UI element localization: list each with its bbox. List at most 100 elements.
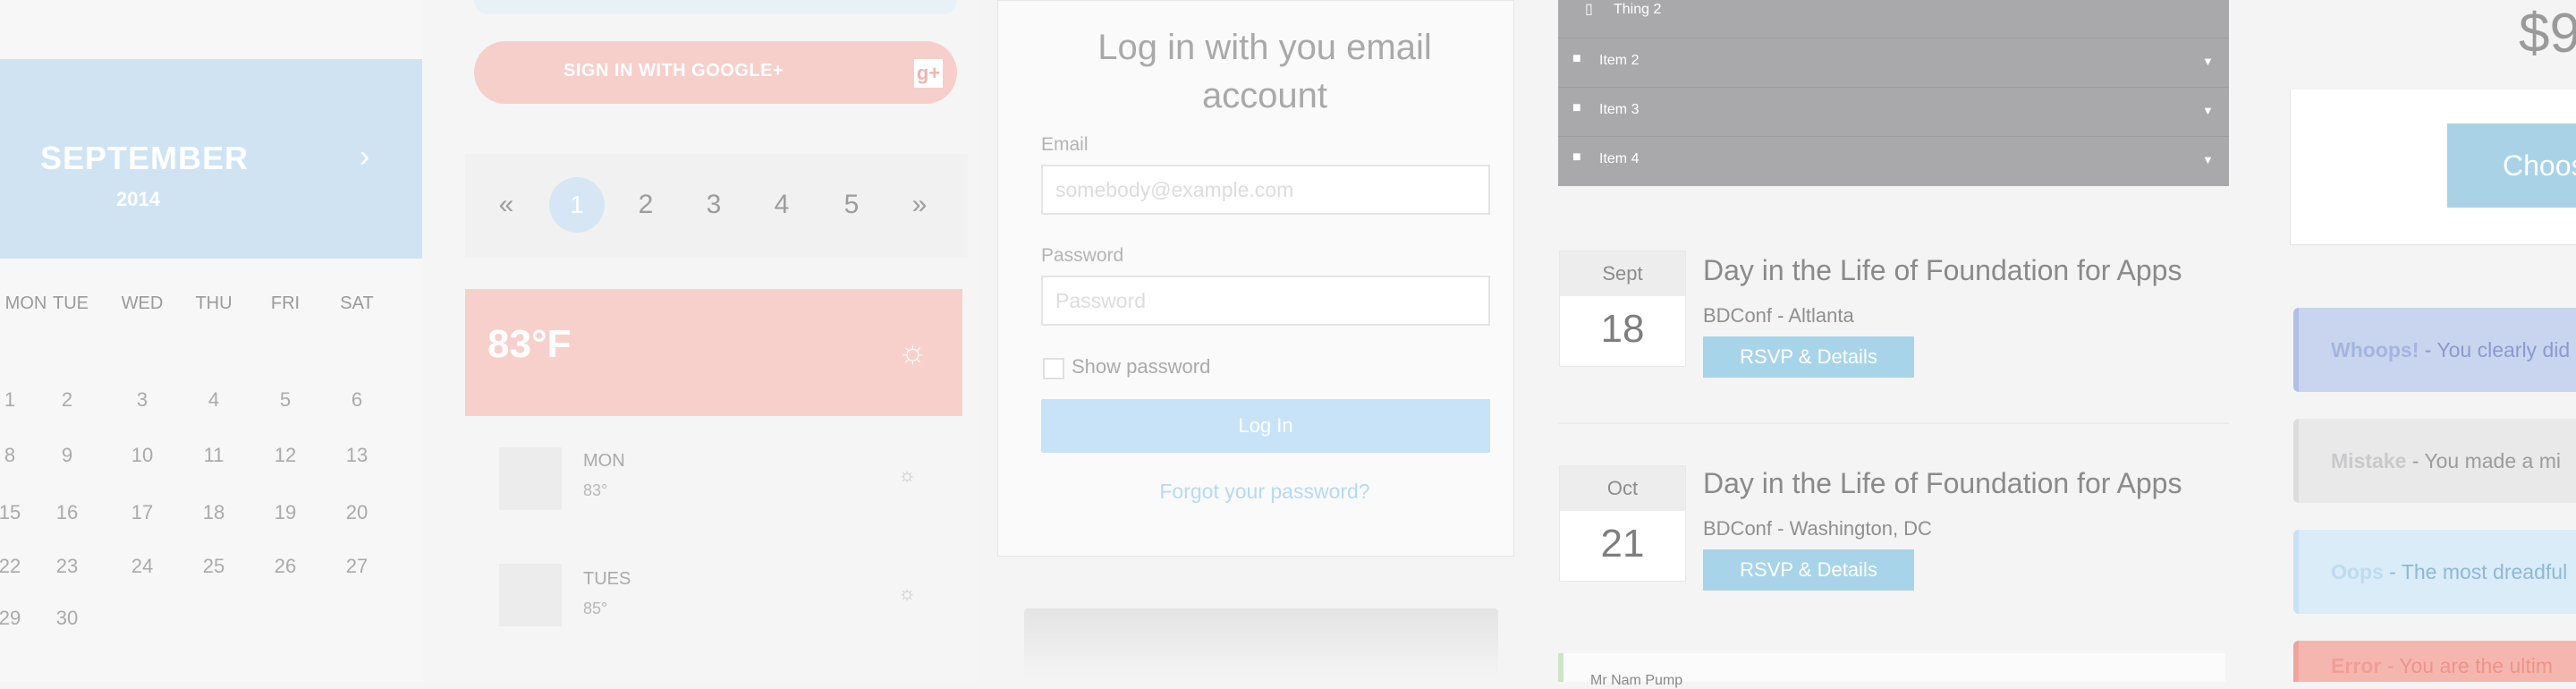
calendar-month: SEPTEMBER <box>40 140 250 176</box>
calendar-date[interactable]: 17 <box>111 501 174 524</box>
pagination-next[interactable]: » <box>893 190 946 220</box>
calendar-date[interactable]: 23 <box>36 555 98 578</box>
alert-message: - You are the ultim <box>2381 654 2554 677</box>
event-date-month: Sept <box>1560 251 1685 296</box>
event-date: Sept 18 <box>1559 251 1686 367</box>
login-button[interactable]: Log In <box>1041 399 1490 453</box>
login-title-line: account <box>1201 76 1328 115</box>
pagination-page[interactable]: 5 <box>825 190 878 220</box>
caret-down-icon: ▼ <box>2202 153 2214 166</box>
price: $9 <box>2519 3 2576 64</box>
sun-icon: ☼ <box>898 333 928 370</box>
calendar-date[interactable]: 18 <box>182 501 245 524</box>
caret-down-icon: ▼ <box>2202 55 2214 68</box>
weather-temperature: 83°F <box>487 322 572 366</box>
password-field[interactable]: Password <box>1041 276 1490 326</box>
weather-day-label: TUES <box>583 569 631 589</box>
weekday-label: WED <box>121 293 164 313</box>
weather-day-temp: 85° <box>583 600 608 617</box>
weather-day-thumbnail <box>499 447 562 510</box>
sun-icon: ☼ <box>898 582 917 604</box>
pagination-prev[interactable]: « <box>479 190 533 220</box>
accordion-item-label: Item 2 <box>1599 53 1640 68</box>
calendar-date[interactable]: 11 <box>182 444 245 467</box>
pagination-page[interactable]: 2 <box>619 190 673 220</box>
accordion-item[interactable]: ■ Item 3 ▼ <box>1558 87 2229 137</box>
calendar-date[interactable]: 19 <box>254 501 317 524</box>
weather-day-thumbnail <box>499 564 562 626</box>
calendar-date[interactable]: 26 <box>254 555 317 578</box>
event-title: Day in the Life of Foundation for Apps <box>1703 254 2182 286</box>
pagination-page[interactable]: 3 <box>687 190 741 220</box>
social-button-top[interactable] <box>474 0 957 14</box>
calendar-date[interactable]: 12 <box>254 444 317 467</box>
show-password-label[interactable]: Show password <box>1072 355 1210 379</box>
alert-title: Error <box>2331 654 2382 677</box>
calendar-date[interactable]: 27 <box>326 555 388 578</box>
weekday-label: SAT <box>340 293 374 313</box>
accordion-item[interactable]: ■ Item 2 ▼ <box>1558 38 2229 88</box>
calendar-date[interactable]: 6 <box>326 388 388 412</box>
alert-message: - You clearly did <box>2419 338 2571 362</box>
calendar-date[interactable]: 10 <box>111 444 174 467</box>
calendar-year: 2014 <box>116 188 160 210</box>
event-date-month: Oct <box>1560 466 1685 511</box>
rsvp-button[interactable]: RSVP & Details <box>1703 336 1914 378</box>
accordion-item-label: Item 3 <box>1599 102 1640 117</box>
email-label: Email <box>1041 134 1089 155</box>
accordion-item[interactable]: ■ Item 4 ▼ <box>1558 136 2229 186</box>
event-subtitle: BDConf - Washington, DC <box>1703 517 1932 540</box>
google-signin-label: SIGN IN WITH GOOGLE+ <box>564 61 784 81</box>
alert-title: Mistake <box>2331 449 2407 472</box>
forgot-password-link[interactable]: Forgot your password? <box>997 480 1532 504</box>
password-label: Password <box>1041 245 1124 266</box>
calendar-date[interactable]: 24 <box>111 555 174 578</box>
notice-text: Mr Nam Pump <box>1590 673 1683 688</box>
calendar-date[interactable]: 30 <box>36 607 98 630</box>
calendar-date[interactable]: 2 <box>36 388 98 412</box>
calendar-date[interactable]: 20 <box>326 501 388 524</box>
calendar-date[interactable]: 4 <box>182 388 245 412</box>
file-icon: ▯ <box>1585 2 1593 17</box>
event-date-day: 21 <box>1600 522 1645 566</box>
alert-message: - The most dreadful <box>2383 560 2568 583</box>
google-plus-icon: g+ <box>914 59 943 88</box>
alert-info: Whoops! - You clearly did <box>2293 308 2576 392</box>
sun-icon: ☼ <box>898 464 917 486</box>
email-field[interactable]: somebody@example.com <box>1041 165 1490 215</box>
calendar-date[interactable]: 16 <box>36 501 98 524</box>
calendar-date[interactable]: 13 <box>326 444 388 467</box>
rsvp-button[interactable]: RSVP & Details <box>1703 549 1914 591</box>
weather-day-label: MON <box>583 451 625 471</box>
accordion-item-label: Item 4 <box>1599 151 1640 166</box>
accordion-item[interactable]: ▯ Thing 2 <box>1558 0 2229 38</box>
weather-day-temp: 83° <box>583 481 608 499</box>
calendar-date[interactable]: 25 <box>182 555 245 578</box>
event-subtitle: BDConf - Altlanta <box>1703 304 1854 327</box>
event-date-day: 18 <box>1600 307 1645 351</box>
event-title: Day in the Life of Foundation for Apps <box>1703 467 2182 499</box>
folder-icon: ■ <box>1572 100 1581 115</box>
folder-icon: ■ <box>1572 51 1581 66</box>
show-password-checkbox[interactable] <box>1043 358 1064 379</box>
choose-plan-button[interactable]: Choos <box>2447 123 2576 208</box>
calendar-date[interactable]: 9 <box>36 444 98 467</box>
calendar-date[interactable]: 5 <box>254 388 317 412</box>
promo-image <box>1024 608 1498 682</box>
alert-secondary: Mistake - You made a mi <box>2293 419 2576 503</box>
alert-error: Error - You are the ultim <box>2293 641 2576 682</box>
alert-title: Oops <box>2331 560 2384 583</box>
chevron-right-icon[interactable]: › <box>360 140 369 174</box>
event-date: Oct 21 <box>1559 465 1686 582</box>
folder-icon: ■ <box>1572 149 1581 165</box>
alert-message: - You made a mi <box>2406 449 2561 472</box>
pagination-page[interactable]: 4 <box>755 190 809 220</box>
weekday-label: TUE <box>53 293 89 313</box>
weekday-label: THU <box>195 293 233 313</box>
alert-title: Whoops! <box>2331 338 2419 362</box>
weekday-label: FRI <box>270 293 301 313</box>
caret-down-icon: ▼ <box>2202 104 2214 117</box>
calendar-date[interactable]: 3 <box>111 388 174 412</box>
pagination-page-active[interactable]: 1 <box>549 177 605 233</box>
login-title-line: Log in with you email <box>1097 28 1432 67</box>
